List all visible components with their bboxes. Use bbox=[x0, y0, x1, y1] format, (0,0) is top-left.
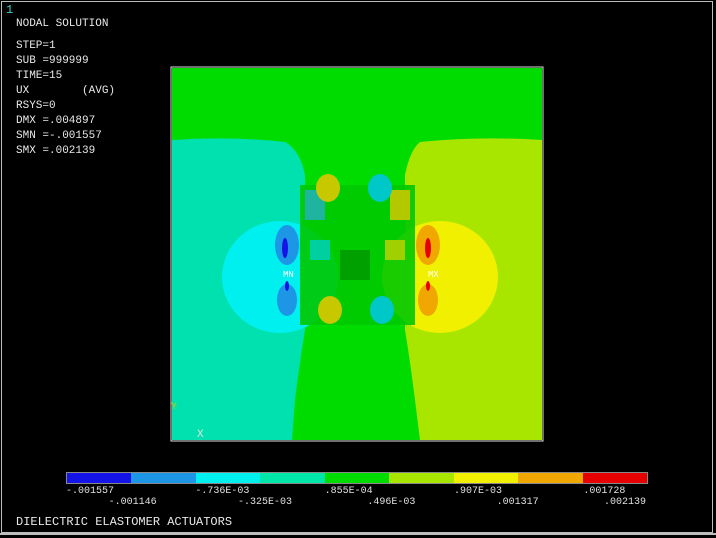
legend-swatch bbox=[260, 473, 325, 483]
legend-label: .001317 bbox=[496, 497, 539, 508]
footer-title: DIELECTRIC ELASTOMER ACTUATORS bbox=[16, 515, 233, 529]
contour-plot: MN MX Y X bbox=[170, 66, 544, 442]
legend-label: .001728 bbox=[583, 486, 626, 497]
triad-y-label: Y bbox=[171, 402, 177, 413]
triad-x-label: X bbox=[197, 429, 204, 441]
legend-label: .907E-03 bbox=[454, 486, 503, 497]
color-legend-bar bbox=[66, 472, 648, 484]
max-marker: MX bbox=[428, 270, 439, 280]
legend-label: -.736E-03 bbox=[195, 486, 250, 497]
legend-swatch bbox=[582, 473, 647, 483]
legend-swatch bbox=[324, 473, 390, 483]
min-region bbox=[282, 238, 288, 258]
bottom-border bbox=[0, 533, 716, 535]
legend-swatch bbox=[67, 473, 132, 483]
legend-label: -.001146 bbox=[108, 497, 157, 508]
legend-swatch bbox=[131, 473, 196, 483]
legend-swatch bbox=[453, 473, 519, 483]
legend-label: .496E-03 bbox=[367, 497, 416, 508]
legend-swatch bbox=[518, 473, 583, 483]
legend-label: .002139 bbox=[604, 497, 647, 508]
legend-label: .855E-04 bbox=[324, 486, 373, 497]
max-region bbox=[425, 238, 431, 258]
min-marker: MN bbox=[283, 270, 294, 280]
legend-label: -.001557 bbox=[66, 486, 115, 497]
legend-label: -.325E-03 bbox=[238, 497, 293, 508]
legend-swatch bbox=[389, 473, 454, 483]
ansys-graphics-window: 1 NODAL SOLUTION STEP=1 SUB =999999 TIME… bbox=[0, 0, 716, 538]
legend-swatch bbox=[195, 473, 261, 483]
